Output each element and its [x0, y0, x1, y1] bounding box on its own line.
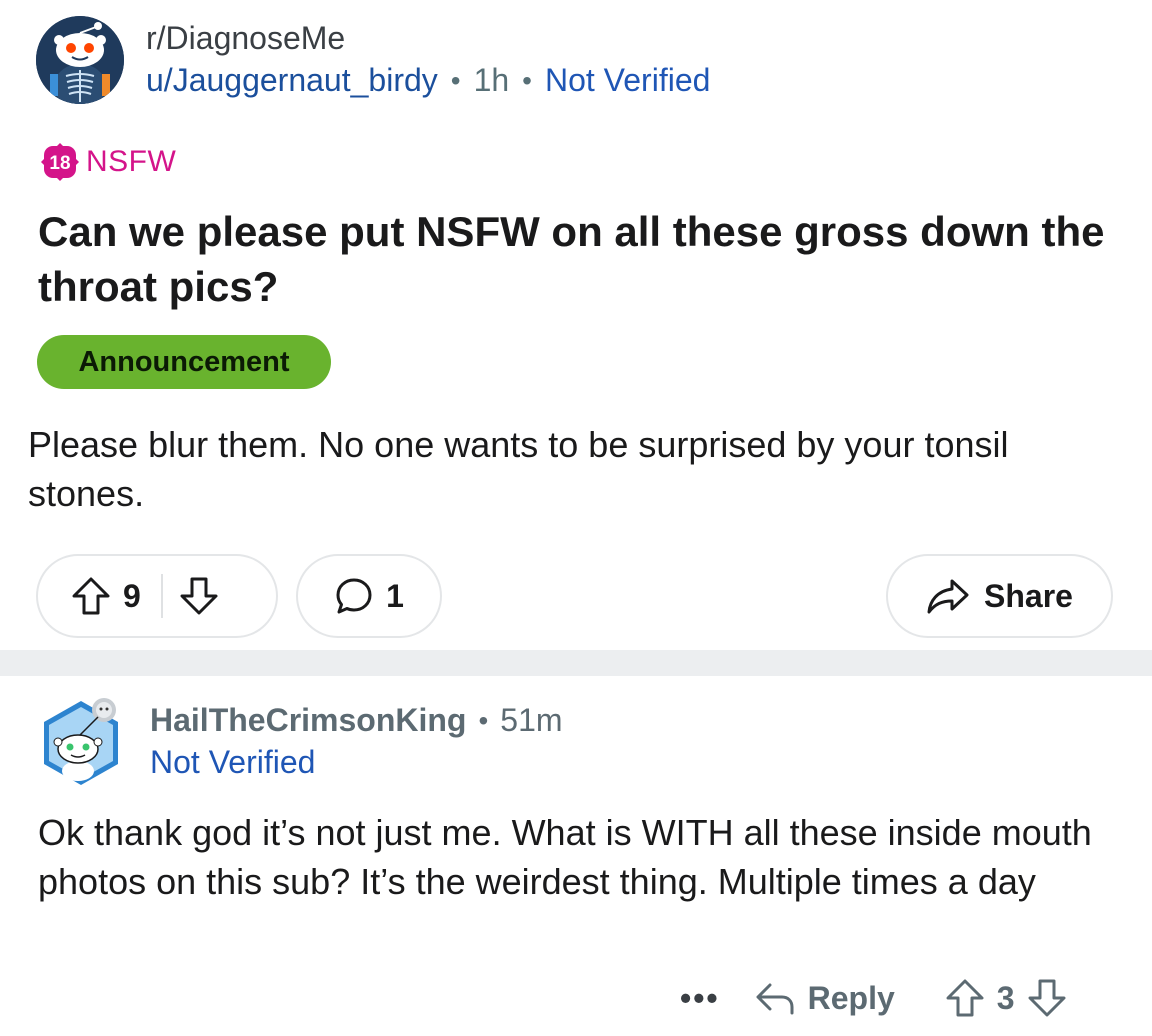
comment-avatar[interactable] — [38, 695, 124, 787]
comment-body: Ok thank god it’s not just me. What is W… — [38, 812, 1092, 902]
nsfw-label: NSFW — [86, 145, 177, 178]
share-icon — [927, 579, 969, 614]
post-body: Please blur them. No one wants to be sur… — [28, 424, 1009, 514]
downvote-button[interactable] — [179, 575, 219, 617]
post-verification[interactable]: Not Verified — [545, 62, 710, 99]
share-label: Share — [984, 577, 1073, 614]
share-button[interactable]: Share — [886, 554, 1113, 638]
comment-verification[interactable]: Not Verified — [150, 744, 315, 781]
comment-bubble-icon — [336, 578, 372, 614]
comment-downvote-button[interactable] — [1027, 977, 1067, 1019]
snoo-hexagon-avatar-icon — [44, 698, 118, 785]
post-meta: u/Jauggernaut_birdy • 1h • Not Verified — [146, 62, 710, 99]
separator-dot: • — [478, 704, 489, 736]
nsfw-18-icon: 18 — [41, 143, 79, 181]
reply-button[interactable]: Reply — [754, 979, 945, 1017]
post-flair[interactable]: Announcement — [37, 335, 331, 389]
comments-button[interactable]: 1 — [296, 554, 442, 638]
reply-arrow-icon — [756, 983, 794, 1015]
comment-upvote-button[interactable] — [945, 977, 985, 1019]
subreddit-avatar[interactable] — [36, 16, 124, 104]
comment-count: 1 — [386, 577, 404, 614]
upvote-icon — [72, 577, 110, 615]
upvote-button[interactable] — [71, 575, 111, 617]
post-time: 1h — [473, 62, 510, 98]
comment-actions: ••• Reply 3 — [680, 968, 1067, 1028]
comment-time: 51m — [500, 702, 563, 738]
post-title: Can we please put NSFW on all these gros… — [38, 208, 1105, 310]
downvote-icon — [180, 577, 218, 615]
separator-dot: • — [450, 64, 461, 96]
comment-meta: HailTheCrimsonKing • 51m — [150, 702, 563, 739]
nsfw-badge-number: 18 — [49, 153, 70, 174]
comment-score: 3 — [996, 979, 1015, 1016]
subreddit-name[interactable]: r/DiagnoseMe — [146, 20, 345, 57]
vote-control: 9 — [36, 554, 278, 638]
snoo-xray-icon — [36, 16, 124, 104]
post-author[interactable]: u/Jauggernaut_birdy — [146, 62, 438, 99]
section-divider — [0, 650, 1152, 676]
comment-author[interactable]: HailTheCrimsonKing — [150, 702, 466, 739]
more-options-button[interactable]: ••• — [680, 980, 720, 1017]
vote-separator — [160, 574, 163, 618]
downvote-icon — [1028, 979, 1066, 1017]
upvote-icon — [946, 979, 984, 1017]
post-score: 9 — [123, 577, 141, 614]
nsfw-tag: 18 NSFW — [40, 142, 176, 182]
separator-dot: • — [522, 64, 532, 96]
reply-label: Reply — [807, 979, 895, 1016]
